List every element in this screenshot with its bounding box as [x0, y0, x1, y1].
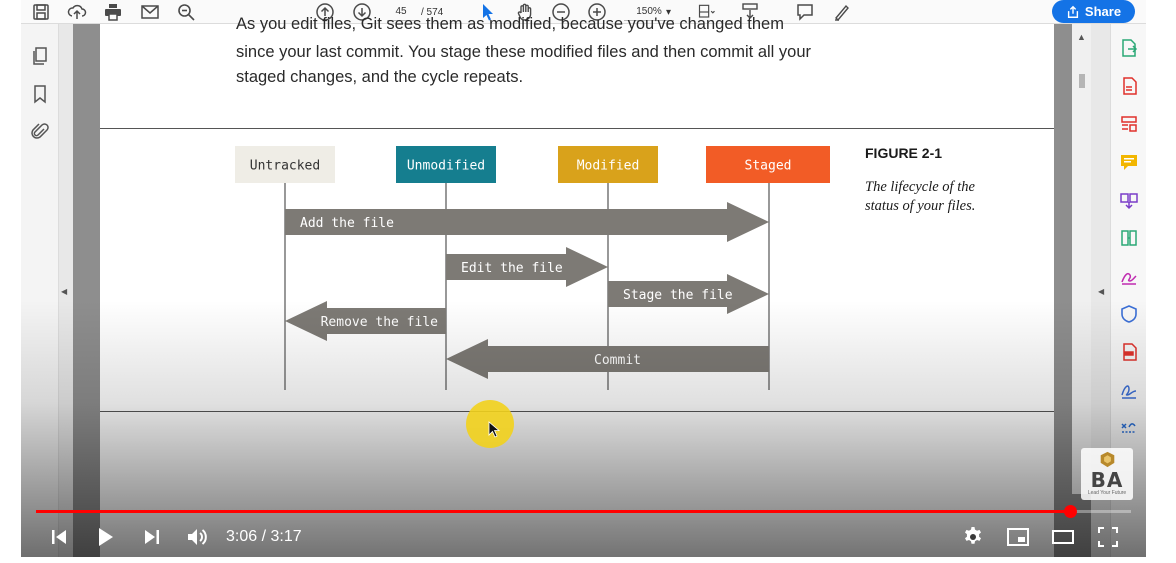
- next-button[interactable]: [139, 524, 165, 550]
- play-icon: [99, 528, 113, 546]
- progress-bar[interactable]: [36, 505, 1131, 518]
- arrow-label: Add the file: [300, 216, 394, 231]
- arrow-label: Edit the file: [461, 261, 563, 276]
- brand-logo-icon: [1100, 451, 1115, 468]
- theater-mode-icon: [1052, 530, 1074, 544]
- measure-icon[interactable]: [1119, 418, 1139, 438]
- mouse-pointer-icon: [488, 421, 501, 438]
- skip-next-icon: [145, 530, 159, 544]
- print-icon[interactable]: [101, 1, 125, 23]
- right-pane-collapse-icon[interactable]: ◀: [1098, 287, 1104, 296]
- pdf-page: As you edit files, Git sees them as modi…: [100, 15, 1054, 557]
- arrow-stage-the-file: Stage the file: [608, 274, 769, 314]
- state-label: Staged: [745, 159, 792, 174]
- share-label: Share: [1084, 4, 1122, 19]
- settings-button[interactable]: [959, 524, 987, 550]
- figure-caption: The lifecycle of the status of your file…: [865, 179, 976, 214]
- page-thumbnails-icon[interactable]: [30, 46, 50, 66]
- arrow-label: Commit: [594, 353, 641, 368]
- play-button[interactable]: [91, 524, 119, 550]
- state-label: Untracked: [250, 159, 320, 174]
- previous-button[interactable]: [46, 524, 72, 550]
- create-pdf-icon[interactable]: [1119, 76, 1139, 96]
- document-view[interactable]: As you edit files, Git sees them as modi…: [73, 15, 1091, 557]
- miniplayer-button[interactable]: [1003, 524, 1033, 550]
- protect-shield-icon[interactable]: [1119, 304, 1139, 324]
- arrow-edit-the-file: Edit the file: [446, 247, 608, 287]
- state-label: Modified: [577, 159, 640, 174]
- attachment-icon[interactable]: [30, 122, 50, 142]
- state-unmodified: Unmodified: [396, 146, 496, 183]
- miniplayer-icon: [1007, 528, 1029, 546]
- gear-icon: [965, 527, 981, 544]
- share-icon: [1067, 5, 1078, 18]
- scroll-thumb[interactable]: [1079, 74, 1085, 88]
- fill-sign-icon[interactable]: [1119, 266, 1139, 286]
- save-icon[interactable]: [29, 1, 53, 23]
- brand-mark: BA: [1090, 468, 1124, 492]
- bookmark-icon[interactable]: [30, 84, 50, 104]
- organize-pages-icon[interactable]: [1119, 228, 1139, 248]
- figure-title: FIGURE 2-1: [865, 145, 943, 161]
- fullscreen-icon: [1098, 527, 1118, 547]
- comment-tool-icon[interactable]: [1119, 152, 1139, 172]
- state-untracked: Untracked: [235, 146, 335, 183]
- arrow-label: Remove the file: [321, 315, 439, 330]
- left-navigation-pane: [21, 24, 59, 557]
- volume-icon: [188, 529, 207, 545]
- skip-previous-icon: [52, 530, 66, 544]
- state-modified: Modified: [558, 146, 658, 183]
- file-lifecycle-diagram: Untracked Unmodified Modified Staged Add the…: [235, 146, 830, 390]
- comment-icon[interactable]: [793, 1, 817, 23]
- progress-played: [36, 510, 1070, 513]
- email-icon[interactable]: [138, 1, 162, 23]
- fullscreen-button[interactable]: [1093, 524, 1123, 550]
- share-button[interactable]: Share: [1052, 0, 1135, 23]
- combine-files-icon[interactable]: [1119, 190, 1139, 210]
- arrow-add-the-file: Add the file: [285, 202, 769, 242]
- channel-watermark[interactable]: BA Lead Your Future: [1081, 448, 1133, 500]
- edit-pdf-icon[interactable]: [1119, 114, 1139, 134]
- left-pane-collapse-icon[interactable]: ◀: [61, 287, 67, 296]
- theater-mode-button[interactable]: [1048, 524, 1078, 550]
- request-signature-icon[interactable]: [1119, 380, 1139, 400]
- highlight-pen-icon[interactable]: [830, 1, 854, 23]
- redact-icon[interactable]: [1119, 342, 1139, 362]
- arrow-remove-the-file: Remove the file: [285, 301, 446, 341]
- video-frame[interactable]: 45 / 574 150% ▾ Share ◀ As you edit file…: [21, 0, 1146, 557]
- brand-tagline: Lead Your Future: [1087, 490, 1127, 496]
- cloud-upload-icon[interactable]: [65, 1, 89, 23]
- scroll-up-icon[interactable]: ▲: [1077, 32, 1086, 42]
- state-label: Unmodified: [407, 159, 485, 174]
- mute-button[interactable]: [181, 524, 213, 550]
- export-pdf-icon[interactable]: [1119, 38, 1139, 58]
- vertical-scrollbar[interactable]: ▲: [1072, 24, 1091, 494]
- arrow-label: Stage the file: [623, 288, 733, 303]
- time-display: 3:06 / 3:17: [226, 528, 302, 545]
- zoom-search-icon[interactable]: [174, 1, 198, 23]
- state-staged: Staged: [706, 146, 830, 183]
- scrubber-handle[interactable]: [1063, 505, 1077, 518]
